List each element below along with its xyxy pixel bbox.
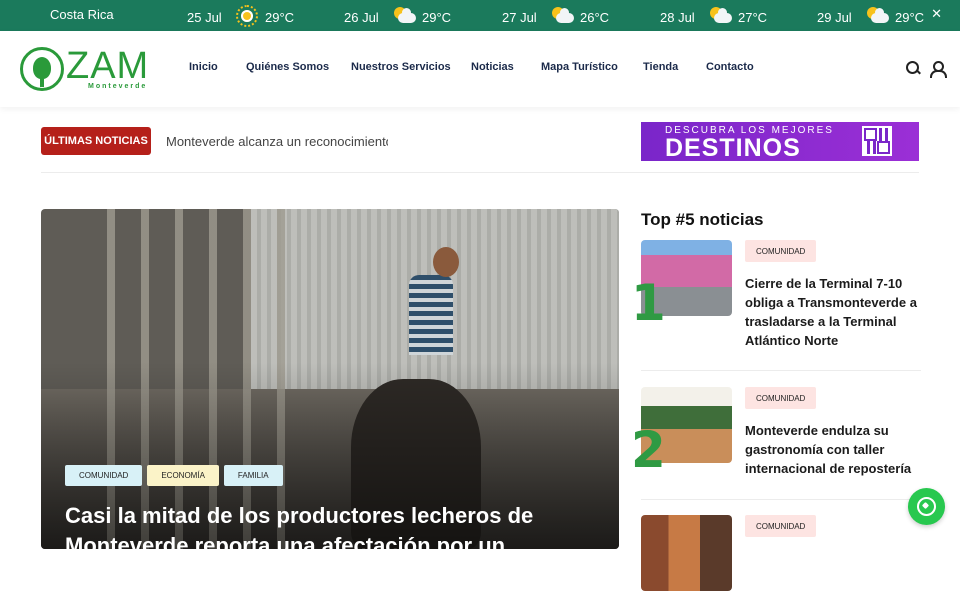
rank-number: 2	[631, 421, 666, 479]
weather-temp: 26°C	[580, 9, 610, 25]
hero-tags: COMUNIDAD ECONOMÍA FAMILIA	[65, 465, 283, 486]
logo-subtitle: Monteverde	[88, 83, 148, 90]
weather-temp: 27°C	[738, 9, 768, 25]
news-title[interactable]: Cierre de la Terminal 7-10 obliga a Tran…	[745, 274, 921, 350]
nav-item-servicios[interactable]: Nuestros Servicios	[351, 61, 451, 73]
site-header: ZAM Monteverde Inicio Quiénes Somos Nues…	[0, 31, 960, 107]
category-badge[interactable]: COMUNIDAD	[745, 240, 817, 262]
list-item[interactable]: COMUNIDAD	[641, 515, 921, 591]
weather-date: 27 Jul	[502, 9, 537, 25]
weather-day: 25 Jul 29°C	[187, 5, 295, 27]
tag-economia[interactable]: ECONOMÍA	[147, 465, 219, 486]
news-title[interactable]: Monteverde endulza su gastronomía con ta…	[745, 421, 921, 478]
weather-bar: Costa Rica 25 Jul 29°C 26 Jul 29°C 27 Ju…	[0, 0, 960, 31]
weather-temp: 29°C	[265, 9, 295, 25]
user-icon[interactable]	[930, 61, 947, 78]
nav-item-contacto[interactable]: Contacto	[706, 61, 754, 73]
list-item[interactable]: 2 COMUNIDAD Monteverde endulza su gastro…	[631, 387, 921, 487]
logo-text: ZAM	[66, 45, 150, 87]
partly-cloudy-icon	[865, 6, 889, 26]
hero-article[interactable]: COMUNIDAD ECONOMÍA FAMILIA Casi la mitad…	[41, 209, 619, 549]
whatsapp-icon[interactable]	[908, 488, 945, 525]
news-thumbnail[interactable]	[641, 515, 732, 591]
weather-day: 26 Jul 29°C	[344, 7, 451, 27]
ad-banner[interactable]: DESCUBRA LOS MEJORES DESTINOS	[641, 122, 919, 161]
divider	[641, 370, 921, 371]
divider	[641, 499, 921, 500]
qr-code-icon	[862, 126, 892, 156]
tag-familia[interactable]: FAMILIA	[223, 465, 283, 486]
weather-date: 26 Jul	[344, 9, 379, 25]
latest-news-badge: ÚLTIMAS NOTICIAS	[41, 127, 151, 155]
tag-comunidad[interactable]: COMUNIDAD	[65, 465, 143, 486]
search-icon[interactable]	[906, 61, 920, 75]
ad-headline: DESTINOS	[665, 134, 801, 161]
list-item[interactable]: 1 COMUNIDAD Cierre de la Terminal 7-10 o…	[631, 240, 921, 350]
nav-item-inicio[interactable]: Inicio	[189, 61, 218, 73]
nav-item-tienda[interactable]: Tienda	[643, 61, 678, 73]
weather-day: 27 Jul 26°C	[502, 7, 609, 27]
weather-date: 28 Jul	[660, 9, 695, 25]
weather-temp: 29°C	[422, 9, 452, 25]
ticker-headline[interactable]: Monteverde alcanza un reconocimiento	[166, 134, 388, 149]
nav-item-quienes-somos[interactable]: Quiénes Somos	[246, 61, 329, 73]
logo-leaf-icon	[20, 47, 64, 91]
close-icon[interactable]: ✕	[931, 6, 942, 22]
weather-temp: 29°C	[895, 9, 925, 25]
hero-gradient	[41, 209, 619, 549]
sun-icon	[235, 5, 259, 27]
category-badge[interactable]: COMUNIDAD	[745, 387, 817, 409]
sidebar-title: Top #5 noticias	[641, 210, 764, 229]
hero-title[interactable]: Casi la mitad de los productores lechero…	[65, 501, 605, 549]
site-logo[interactable]: ZAM Monteverde	[20, 45, 148, 95]
divider	[41, 172, 919, 173]
rank-number: 1	[631, 274, 666, 332]
weather-country: Costa Rica	[50, 7, 114, 22]
weather-date: 25 Jul	[187, 9, 222, 25]
partly-cloudy-icon	[708, 6, 732, 26]
nav-item-mapa[interactable]: Mapa Turístico	[541, 61, 618, 73]
partly-cloudy-icon	[392, 6, 416, 26]
category-badge[interactable]: COMUNIDAD	[745, 515, 817, 537]
weather-date: 29 Jul	[817, 9, 852, 25]
weather-day: 29 Jul 29°C	[817, 7, 924, 27]
weather-day: 28 Jul 27°C	[660, 7, 767, 27]
nav-item-noticias[interactable]: Noticias	[471, 61, 514, 73]
partly-cloudy-icon	[550, 6, 574, 26]
